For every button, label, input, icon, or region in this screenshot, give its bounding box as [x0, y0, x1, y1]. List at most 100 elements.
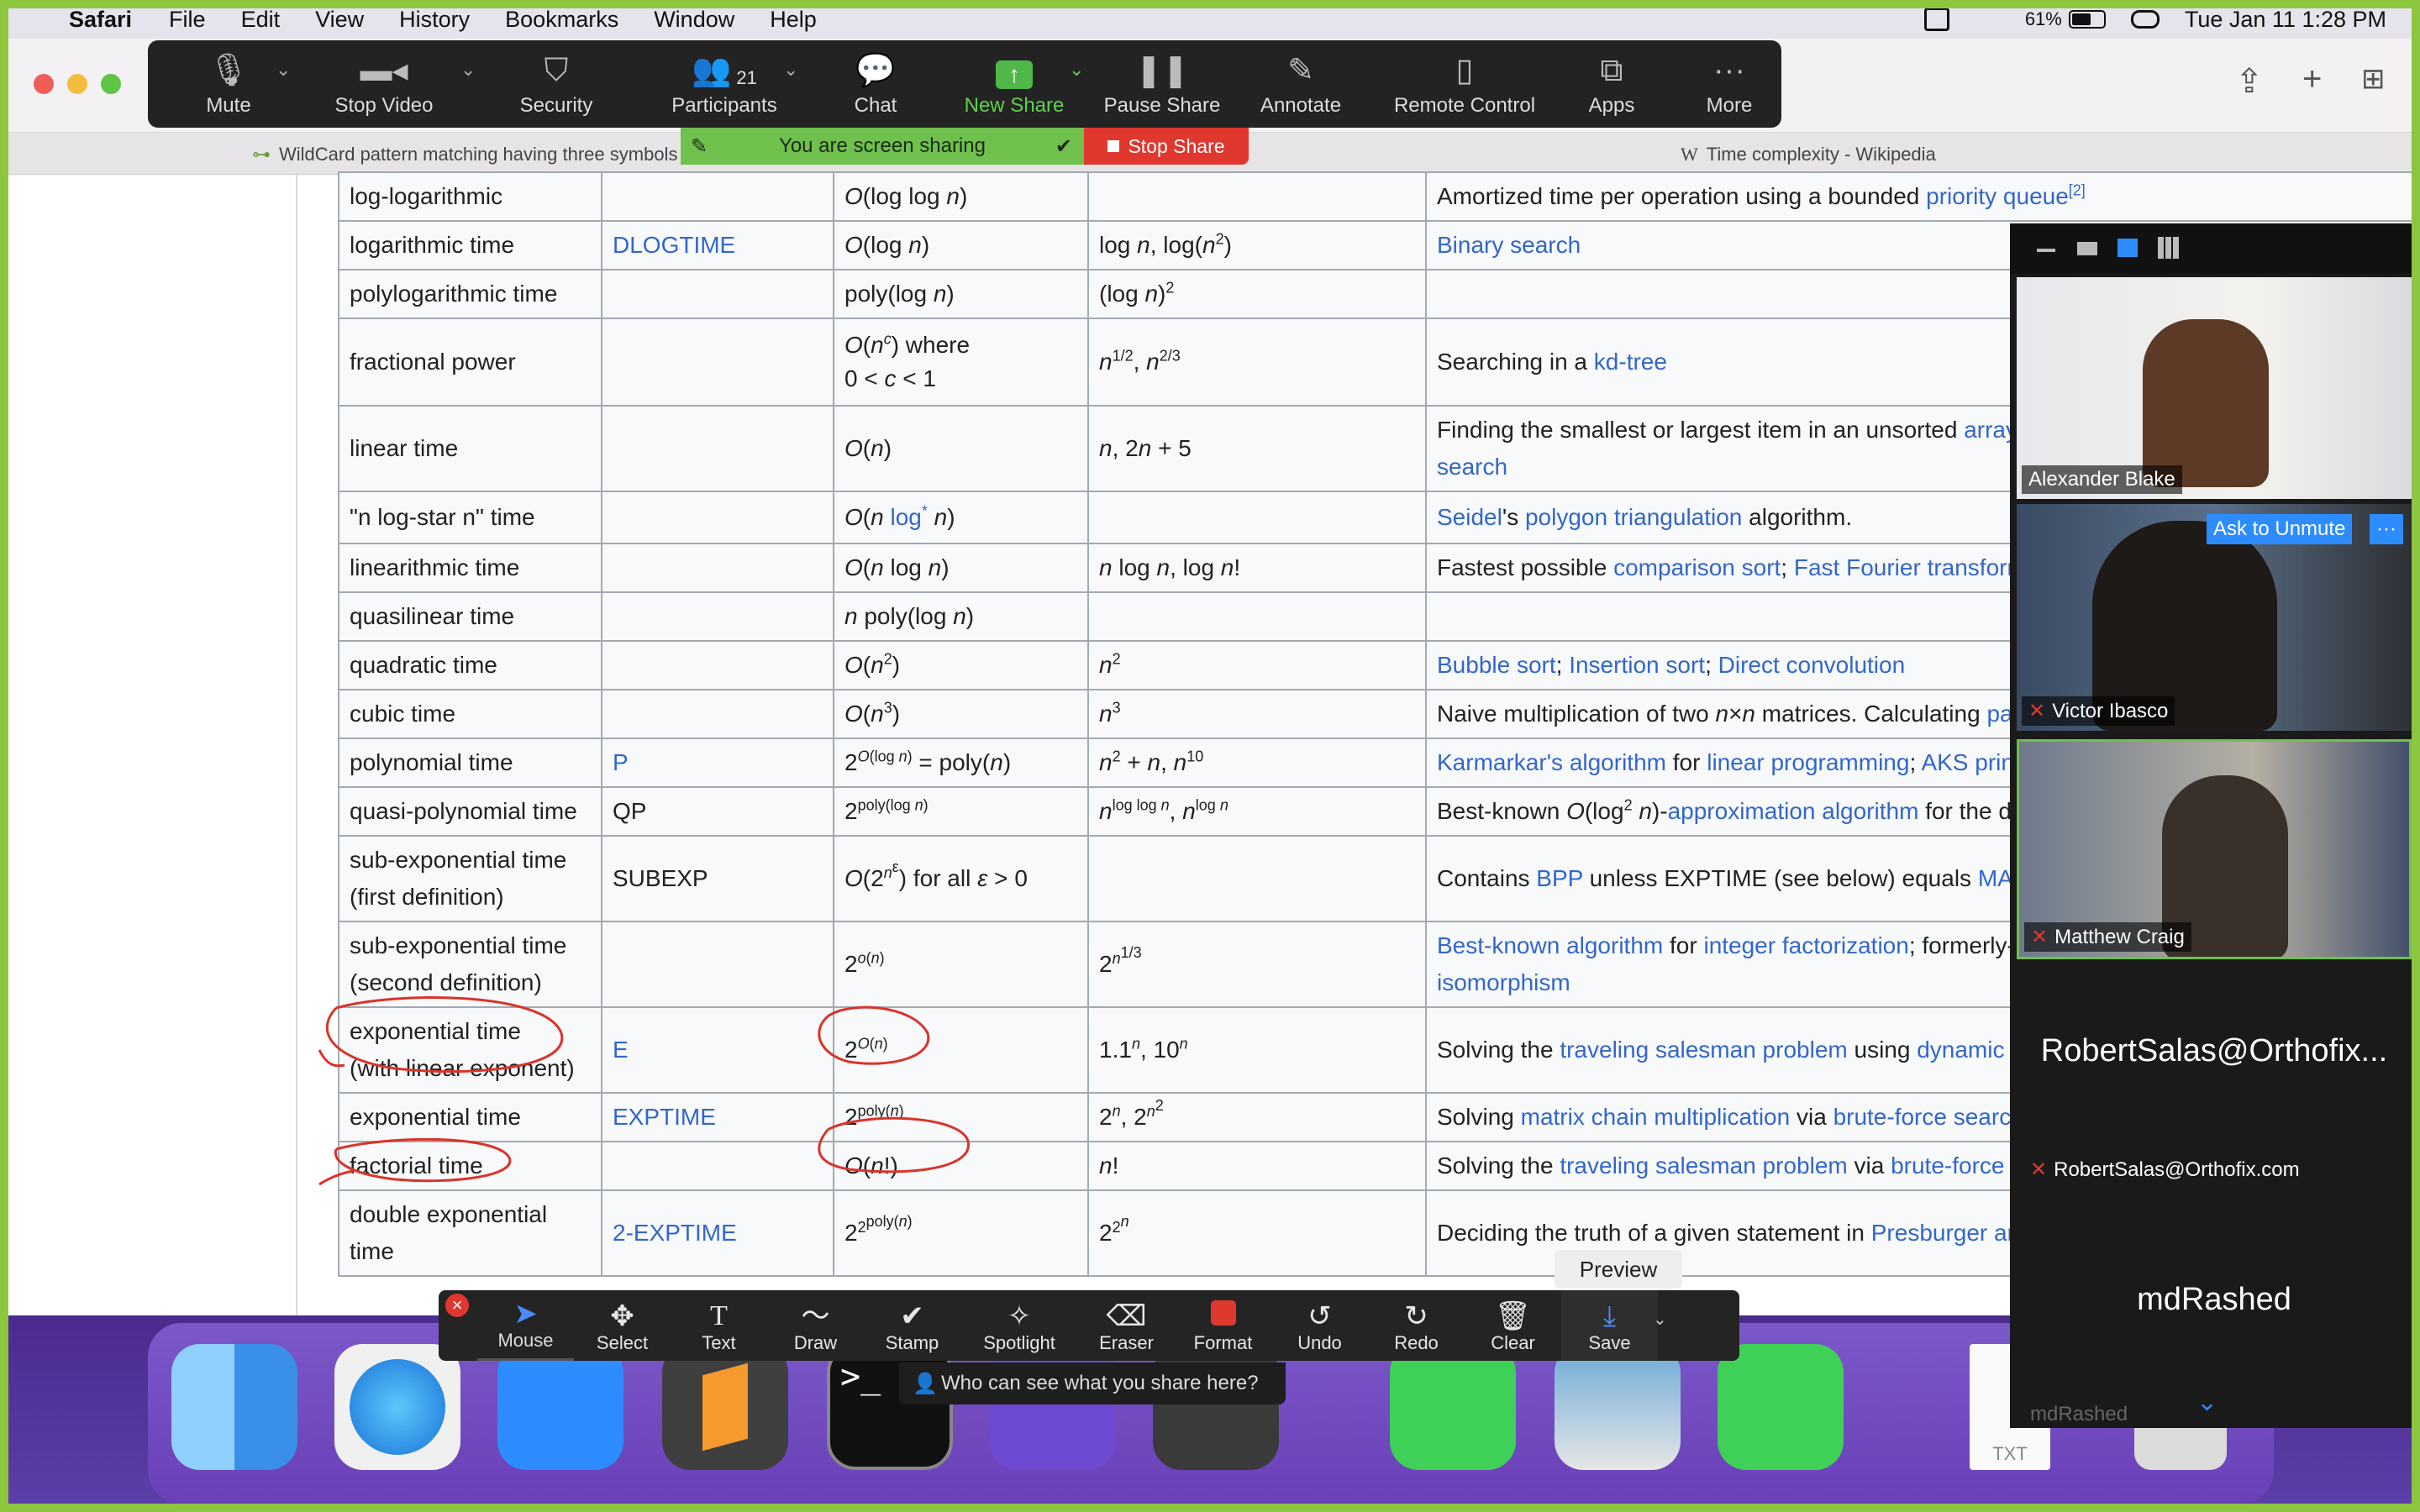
- more-button[interactable]: ··· More: [1679, 40, 1780, 128]
- kd-tree-link[interactable]: kd-tree: [1594, 349, 1667, 375]
- drive-icon[interactable]: [1923, 8, 1949, 31]
- log-star-link[interactable]: log*: [890, 504, 927, 530]
- dynamic-link[interactable]: dynamic: [1917, 1037, 2004, 1063]
- undo-button[interactable]: ↺ Undo: [1271, 1290, 1368, 1361]
- chat-button[interactable]: 💬 Chat: [817, 40, 934, 128]
- format-tool[interactable]: Format: [1175, 1290, 1271, 1361]
- security-button[interactable]: ⛉ Security: [489, 40, 623, 128]
- spotlight-tool[interactable]: ✧ Spotlight: [960, 1290, 1078, 1361]
- safari-icon[interactable]: [334, 1344, 460, 1470]
- brute-force-link[interactable]: brute-force: [1891, 1152, 2004, 1179]
- participant-more-button[interactable]: ···: [2370, 514, 2403, 544]
- chevron-down-icon[interactable]: ⌄: [783, 59, 798, 81]
- share-icon[interactable]: ⇪: [2235, 62, 2264, 101]
- exptime-link[interactable]: EXPTIME: [601, 1092, 834, 1142]
- select-tool[interactable]: ✥ Select: [574, 1290, 671, 1361]
- preview-app-icon[interactable]: [1555, 1344, 1681, 1470]
- control-center-icon[interactable]: [2130, 10, 2160, 29]
- menu-bookmarks[interactable]: Bookmarks: [505, 7, 618, 33]
- grid-view-icon[interactable]: [2158, 237, 2180, 259]
- video-tile[interactable]: Ask to Unmute ··· ✕ Victor Ibasco: [2017, 504, 2412, 731]
- seidel-link[interactable]: Seidel: [1437, 504, 1502, 530]
- close-annotation-button[interactable]: ×: [445, 1294, 469, 1317]
- ma-link[interactable]: MA: [1978, 865, 2013, 891]
- matrix-chain-link[interactable]: matrix chain multiplication: [1521, 1104, 1791, 1130]
- clear-button[interactable]: 🗑 Clear: [1465, 1290, 1561, 1361]
- chevron-down-icon[interactable]: ⌄: [276, 59, 291, 81]
- ask-to-unmute-button[interactable]: Ask to Unmute: [2207, 514, 2353, 544]
- sublime-text-icon[interactable]: [662, 1344, 788, 1470]
- close-window-button[interactable]: [34, 74, 54, 94]
- insertion-sort-link[interactable]: Insertion sort: [1569, 652, 1705, 678]
- p-class-link[interactable]: P: [601, 738, 834, 788]
- draw-tool[interactable]: 〜 Draw: [767, 1290, 864, 1361]
- menu-file[interactable]: File: [169, 7, 206, 33]
- zoom-window-button[interactable]: [101, 74, 121, 94]
- new-share-button[interactable]: ↑ New Share ⌄: [951, 40, 1085, 128]
- tab-overview-icon[interactable]: ⊞: [2361, 62, 2386, 96]
- zoom-app-icon[interactable]: [497, 1344, 623, 1470]
- integer-factorization-link[interactable]: integer factorization: [1703, 932, 1908, 958]
- facetime-icon[interactable]: [1390, 1344, 1516, 1470]
- stamp-tool[interactable]: ✔ Stamp: [864, 1290, 960, 1361]
- speaker-view-icon[interactable]: [2077, 242, 2097, 255]
- stop-video-button[interactable]: ▬◂ Stop Video ⌄: [304, 40, 476, 128]
- menu-edit[interactable]: Edit: [241, 7, 281, 33]
- tab-time-complexity[interactable]: W Time complexity - Wikipedia: [1681, 144, 1936, 165]
- 2-exptime-link[interactable]: 2-EXPTIME: [601, 1189, 834, 1277]
- menubar-clock[interactable]: Tue Jan 11 1:28 PM: [2185, 7, 2386, 33]
- search-link[interactable]: search: [1437, 454, 1507, 480]
- finder-icon[interactable]: [171, 1344, 297, 1470]
- participant-tile-robert[interactable]: RobertSalas@Orthofix... ✕ RobertSalas@Ort…: [2017, 966, 2412, 1191]
- priority-queue-link[interactable]: priority queue: [1926, 183, 2069, 209]
- new-tab-plus-icon[interactable]: +: [2302, 60, 2322, 98]
- fft-link[interactable]: Fast Fourier transform: [1794, 554, 2027, 580]
- save-button[interactable]: ⤓ Save: [1561, 1290, 1658, 1361]
- chevron-down-icon[interactable]: ⌄: [1653, 1309, 1667, 1361]
- approximation-algorithm-link[interactable]: approximation algorithm: [1668, 798, 1919, 824]
- video-tile[interactable]: ✕ Matthew Craig: [2017, 739, 2412, 959]
- pause-share-button[interactable]: ❚❚ Pause Share: [1091, 40, 1234, 128]
- chevron-down-icon[interactable]: ⌄: [460, 59, 476, 81]
- battery-icon[interactable]: [2068, 10, 2106, 29]
- text-tool[interactable]: T Text: [671, 1290, 767, 1361]
- dlogtime-link[interactable]: DLOGTIME: [601, 220, 834, 270]
- mouse-tool[interactable]: ➤ Mouse: [477, 1290, 574, 1361]
- bpp-link[interactable]: BPP: [1536, 865, 1583, 891]
- minimize-window-button[interactable]: [67, 74, 87, 94]
- redo-button[interactable]: ↻ Redo: [1368, 1290, 1465, 1361]
- tsp-link-2[interactable]: traveling salesman problem: [1560, 1152, 1847, 1179]
- messages-icon[interactable]: [1718, 1344, 1844, 1470]
- linear-programming-link[interactable]: linear programming: [1707, 749, 1909, 775]
- best-known-algorithm-link[interactable]: Best-known algorithm: [1437, 932, 1663, 958]
- binary-search-link[interactable]: Binary search: [1437, 232, 1581, 258]
- video-tile[interactable]: Alexander Blake: [2017, 277, 2412, 499]
- e-class-link[interactable]: E: [601, 1006, 834, 1094]
- presburger-link[interactable]: Presburger ar: [1871, 1220, 2015, 1246]
- karmarkar-link[interactable]: Karmarkar's algorithm: [1437, 749, 1666, 775]
- chevron-down-icon[interactable]: ⌄: [1069, 59, 1084, 81]
- menu-help[interactable]: Help: [770, 7, 817, 33]
- tsp-link[interactable]: traveling salesman problem: [1560, 1037, 1847, 1063]
- strip-view-icon[interactable]: [2118, 239, 2138, 257]
- bubble-sort-link[interactable]: Bubble sort: [1437, 652, 1556, 678]
- direct-convolution-link[interactable]: Direct convolution: [1718, 652, 1906, 678]
- minimize-gallery-icon[interactable]: [2037, 249, 2055, 252]
- stop-share-button[interactable]: Stop Share: [1084, 128, 1249, 165]
- annotate-button[interactable]: ✎ Annotate: [1242, 40, 1360, 128]
- participants-button[interactable]: 👥 21 Participants ⌄: [640, 40, 808, 128]
- mute-button[interactable]: 🎙 Mute ⌄: [178, 40, 291, 128]
- isomorphism-link[interactable]: isomorphism: [1437, 969, 1570, 995]
- brute-force-search-link[interactable]: brute-force searc: [1833, 1104, 2012, 1130]
- remote-control-button[interactable]: ▯ Remote Control: [1376, 40, 1553, 128]
- who-can-see-hint[interactable]: 👤 Who can see what you share here?: [899, 1362, 1286, 1404]
- polygon-triangulation-link[interactable]: polygon triangulation: [1525, 504, 1742, 530]
- aks-link[interactable]: AKS prin: [1921, 749, 2014, 775]
- menu-window[interactable]: Window: [654, 7, 734, 33]
- menu-app-name[interactable]: Safari: [69, 7, 132, 33]
- tab-wildcard[interactable]: ⊶ WildCard pattern matching having three …: [252, 144, 677, 165]
- menu-history[interactable]: History: [399, 7, 470, 33]
- eraser-tool[interactable]: ⌫ Eraser: [1078, 1290, 1175, 1361]
- partial-link[interactable]: pa: [1986, 701, 2012, 727]
- menu-view[interactable]: View: [315, 7, 364, 33]
